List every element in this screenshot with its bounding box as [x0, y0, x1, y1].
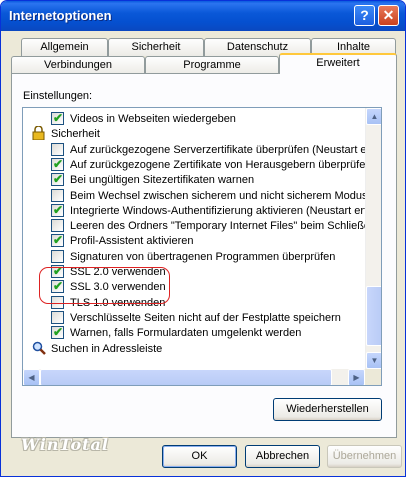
settings-group: Suchen in Adressleiste	[23, 341, 365, 357]
settings-option[interactable]: Auf zurückgezogene Serverzertifikate übe…	[23, 142, 373, 158]
ok-button[interactable]: OK	[162, 445, 237, 468]
option-label: Leeren des Ordners "Temporary Internet F…	[70, 220, 374, 233]
title-bar[interactable]: Internetoptionen ? ✕	[1, 1, 405, 31]
scroll-up-button[interactable]: ▲	[366, 108, 381, 125]
scroll-down-button[interactable]: ▼	[366, 352, 381, 369]
tab-erweitert[interactable]: Erweitert	[279, 53, 397, 74]
checkmark-icon: ✔	[53, 111, 64, 125]
tab-sicherheit[interactable]: Sicherheit	[108, 38, 204, 56]
option-label: Warnen, falls Formulardaten umgelenkt we…	[70, 327, 302, 340]
settings-option[interactable]: ✔ Profil-Assistent aktivieren	[23, 233, 365, 249]
checkbox-checked[interactable]: ✔	[51, 325, 64, 340]
tab-verbindungen[interactable]: Verbindungen	[11, 56, 145, 74]
option-label: Integrierte Windows-Authentifizierung ak…	[70, 204, 377, 217]
settings-option[interactable]: ✔ Integrierte Windows-Authentifizierung a…	[23, 202, 377, 219]
settings-label: Einstellungen:	[23, 90, 93, 102]
checkbox-checked[interactable]: ✔	[51, 233, 64, 248]
option-label: Verschlüsselte Seiten nicht auf der Fest…	[70, 311, 341, 324]
close-button[interactable]: ✕	[378, 5, 399, 26]
group-label: Suchen in Adressleiste	[51, 342, 163, 355]
settings-option[interactable]: ✔ Videos in Webseiten wiedergeben	[23, 111, 365, 127]
restore-button[interactable]: Wiederherstellen	[273, 398, 382, 421]
checkbox-checked[interactable]: ✔	[51, 172, 64, 187]
option-label: Videos in Webseiten wiedergeben	[70, 113, 236, 125]
checkbox-unchecked[interactable]	[51, 188, 64, 202]
group-label: Sicherheit	[51, 128, 100, 141]
settings-list[interactable]: ✔ Videos in Webseiten wiedergeben Sicherhe…	[22, 107, 382, 386]
hscroll-thumb[interactable]	[40, 369, 332, 385]
checkmark-icon: ✔	[53, 202, 64, 217]
checkmark-icon: ✔	[53, 233, 64, 248]
watermark-logo: WinTotal	[21, 435, 109, 454]
highlight-annotation	[39, 267, 170, 304]
settings-option[interactable]: ✔ Warnen, falls Formulardaten umgelenkt w…	[23, 325, 365, 341]
apply-button[interactable]: Übernehmen	[327, 445, 402, 468]
checkbox-checked[interactable]: ✔	[51, 156, 64, 171]
checkbox-unchecked[interactable]	[51, 249, 64, 263]
window-title: Internetoptionen	[9, 8, 112, 23]
help-button[interactable]: ?	[354, 5, 375, 26]
option-label: Auf zurückgezogene Zertifikate von Herau…	[70, 158, 372, 171]
settings-option[interactable]: Beim Wechsel zwischen sicherem und nicht…	[23, 188, 379, 204]
settings-option[interactable]: ✔ Bei ungültigen Sitezertifikaten warnen	[23, 172, 365, 188]
checkbox-checked[interactable]: ✔	[51, 202, 64, 217]
checkbox-unchecked[interactable]	[51, 219, 64, 233]
scroll-thumb[interactable]	[366, 286, 381, 346]
settings-group: Sicherheit	[23, 125, 365, 142]
checkmark-icon: ✔	[53, 325, 64, 340]
option-label: Auf zurückgezogene Serverzertifikate übe…	[70, 143, 374, 156]
search-icon	[32, 341, 46, 359]
settings-option[interactable]: Verschlüsselte Seiten nicht auf der Fest…	[23, 310, 365, 326]
option-label: Profil-Assistent aktivieren	[70, 235, 194, 248]
scroll-right-button[interactable]: ▶	[348, 369, 365, 385]
checkbox-unchecked[interactable]	[51, 310, 64, 324]
settings-option[interactable]: ✔ Auf zurückgezogene Zertifikate von Hera…	[23, 156, 371, 173]
dialog-window: Internetoptionen ? ✕ Allgemein Sicherhei…	[0, 0, 406, 477]
horizontal-scrollbar[interactable]: ◀ ▶	[23, 369, 365, 385]
scroll-corner	[365, 369, 381, 385]
settings-option[interactable]: Leeren des Ordners "Temporary Internet F…	[23, 218, 374, 234]
option-label: Beim Wechsel zwischen sicherem und nicht…	[70, 189, 379, 202]
scroll-left-button[interactable]: ◀	[23, 369, 40, 385]
option-label: Signaturen von übertragenen Programmen ü…	[70, 250, 336, 263]
cancel-button[interactable]: Abbrechen	[245, 445, 320, 468]
vertical-scrollbar[interactable]: ▲ ▼	[365, 108, 381, 369]
tab-allgemein[interactable]: Allgemein	[21, 38, 108, 56]
checkmark-icon: ✔	[53, 172, 64, 187]
checkmark-icon: ✔	[53, 156, 64, 171]
tab-programme[interactable]: Programme	[145, 56, 279, 74]
checkbox-checked[interactable]: ✔	[51, 111, 64, 125]
checkbox-unchecked[interactable]	[51, 142, 64, 156]
option-label: Bei ungültigen Sitezertifikaten warnen	[70, 174, 255, 187]
settings-option[interactable]: Signaturen von übertragenen Programmen ü…	[23, 249, 365, 265]
